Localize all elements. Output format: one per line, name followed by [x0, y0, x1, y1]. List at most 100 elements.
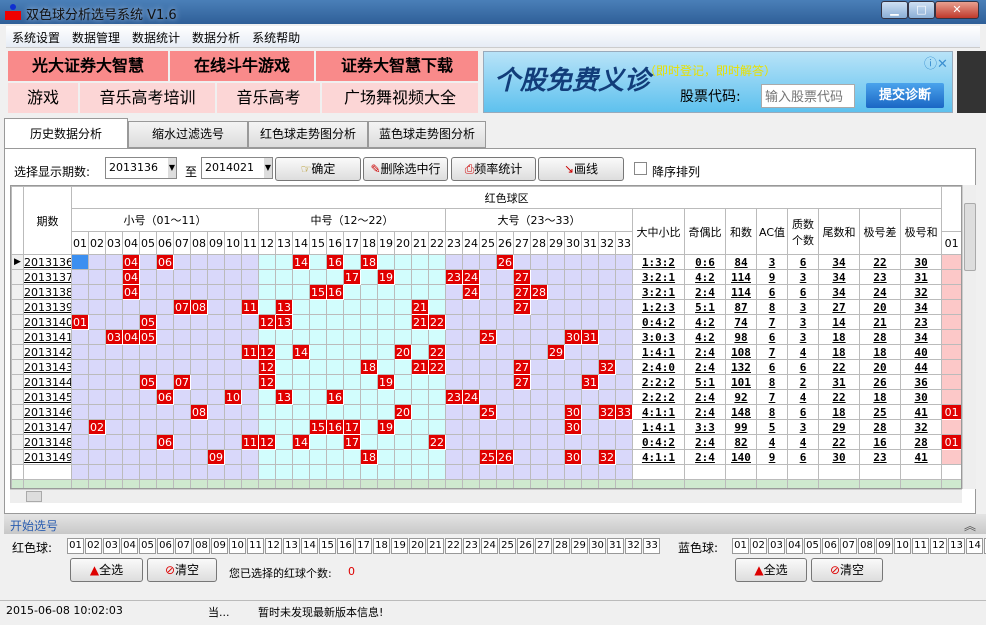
row-indicator[interactable]	[11, 329, 24, 345]
red-ball-hit[interactable]: 14	[292, 254, 310, 270]
red-ball-hit[interactable]: 18	[360, 254, 378, 270]
ad-link[interactable]: 广场舞视频大全	[322, 83, 478, 113]
stat-cell[interactable]: 32	[899, 419, 943, 435]
ball-cell[interactable]	[241, 329, 259, 345]
ball-cell[interactable]	[258, 419, 276, 435]
ball-cell[interactable]	[105, 374, 123, 390]
stat-cell[interactable]: 34	[899, 329, 943, 345]
ball-cell[interactable]	[530, 389, 548, 405]
ball-cell[interactable]	[547, 359, 565, 375]
ball-cell[interactable]	[513, 329, 531, 345]
ball-cell[interactable]	[547, 434, 565, 450]
stat-cell[interactable]: 24	[859, 284, 901, 300]
stat-cell[interactable]: 3:2:1	[632, 269, 685, 285]
blue-ball-cell[interactable]	[941, 344, 961, 360]
horizontal-scrollbar[interactable]	[10, 489, 962, 503]
blue-ball-cell[interactable]: 01	[941, 434, 961, 450]
ball-cell[interactable]	[292, 419, 310, 435]
ball-cell[interactable]	[445, 254, 463, 270]
ball-cell[interactable]	[309, 299, 327, 315]
stat-cell[interactable]: 7	[756, 344, 788, 360]
table-row[interactable]: 2013139 07 08 11 13 21 27 1:2:3 5:1 87 8 3 27 20 34	[11, 299, 961, 315]
ball-cell[interactable]	[88, 434, 106, 450]
ball-cell[interactable]	[88, 404, 106, 420]
ball-cell[interactable]	[173, 449, 191, 465]
red-ball-option[interactable]: 11	[247, 538, 264, 554]
ball-cell[interactable]	[581, 299, 599, 315]
red-ball-option[interactable]: 04	[121, 538, 138, 554]
red-ball-option[interactable]: 19	[391, 538, 408, 554]
stat-cell[interactable]: 31	[899, 269, 943, 285]
ball-cell[interactable]	[479, 359, 497, 375]
ball-cell[interactable]	[462, 374, 480, 390]
ball-cell[interactable]	[224, 269, 242, 285]
period-cell[interactable]: 2013149	[23, 449, 72, 465]
stat-cell[interactable]: 14	[818, 314, 860, 330]
ball-cell[interactable]	[190, 254, 208, 270]
stat-header[interactable]: 尾数和	[818, 208, 860, 255]
ball-cell[interactable]	[343, 299, 361, 315]
stat-cell[interactable]: 2:4	[684, 344, 726, 360]
ball-cell[interactable]	[122, 314, 140, 330]
stat-cell[interactable]: 2:4	[684, 359, 726, 375]
stat-cell[interactable]: 7	[756, 314, 788, 330]
red-ball-hit[interactable]: 02	[88, 419, 106, 435]
ball-cell[interactable]	[173, 389, 191, 405]
blue-ball-option[interactable]: 14	[966, 538, 983, 554]
stat-header[interactable]: 大中小比	[632, 208, 685, 255]
stat-cell[interactable]: 9	[756, 269, 788, 285]
ball-cell[interactable]	[547, 314, 565, 330]
ball-cell[interactable]	[530, 434, 548, 450]
ball-cell[interactable]	[530, 329, 548, 345]
ball-cell[interactable]	[445, 449, 463, 465]
red-ball-option[interactable]: 08	[193, 538, 210, 554]
confirm-button[interactable]: ☞确定	[275, 157, 361, 181]
ad-info-close-icon[interactable]: ⓘ✕	[924, 53, 948, 72]
ball-cell[interactable]	[71, 374, 89, 390]
ball-cell[interactable]	[190, 359, 208, 375]
ball-cell[interactable]	[275, 344, 293, 360]
ad-banner[interactable]: 个股免费义诊 （即时登记，即时解答） 股票代码: 提交诊断 ⓘ✕	[483, 51, 953, 113]
period-cell[interactable]: 2013137	[23, 269, 72, 285]
ball-cell[interactable]	[428, 449, 446, 465]
blue-ball-cell[interactable]	[941, 329, 961, 345]
red-ball-hit[interactable]: 29	[547, 344, 565, 360]
ball-cell[interactable]	[377, 404, 395, 420]
ball-cell[interactable]	[513, 404, 531, 420]
ball-cell[interactable]	[207, 404, 225, 420]
ball-cell[interactable]	[156, 299, 174, 315]
ball-cell[interactable]	[343, 404, 361, 420]
red-ball-option[interactable]: 23	[463, 538, 480, 554]
red-ball-hit[interactable]: 05	[139, 314, 157, 330]
stat-cell[interactable]: 84	[725, 254, 757, 270]
stat-cell[interactable]: 41	[899, 449, 943, 465]
red-ball-hit[interactable]: 31	[581, 329, 599, 345]
ball-cell[interactable]	[88, 374, 106, 390]
stat-cell[interactable]: 114	[725, 269, 757, 285]
stat-cell[interactable]: 40	[899, 344, 943, 360]
ball-cell[interactable]	[581, 344, 599, 360]
red-ball-option[interactable]: 22	[445, 538, 462, 554]
ball-cell[interactable]	[207, 329, 225, 345]
ball-cell[interactable]	[207, 374, 225, 390]
stat-cell[interactable]: 8	[756, 299, 788, 315]
ball-cell[interactable]	[496, 359, 514, 375]
red-ball-option[interactable]: 15	[319, 538, 336, 554]
red-ball-hit[interactable]: 09	[207, 449, 225, 465]
ball-cell[interactable]	[139, 449, 157, 465]
red-ball-hit[interactable]: 12	[258, 434, 276, 450]
ball-cell[interactable]	[615, 374, 633, 390]
stat-cell[interactable]: 34	[818, 284, 860, 300]
ball-cell[interactable]	[360, 329, 378, 345]
stat-cell[interactable]: 7	[756, 389, 788, 405]
stat-cell[interactable]: 5:1	[684, 374, 726, 390]
ball-cell[interactable]	[139, 419, 157, 435]
table-row[interactable]: 2013148 06 11 12 14 17 22 0:4:2 2:4 82 4 4 22 16 28 01	[11, 434, 961, 450]
close-button[interactable]: ✕	[935, 1, 979, 19]
red-ball-hit[interactable]: 22	[428, 434, 446, 450]
red-ball-hit[interactable]: 07	[173, 299, 191, 315]
period-cell[interactable]: 2013146	[23, 404, 72, 420]
stat-cell[interactable]: 2:4	[684, 449, 726, 465]
ball-cell[interactable]	[411, 419, 429, 435]
stat-cell[interactable]: 16	[859, 434, 901, 450]
